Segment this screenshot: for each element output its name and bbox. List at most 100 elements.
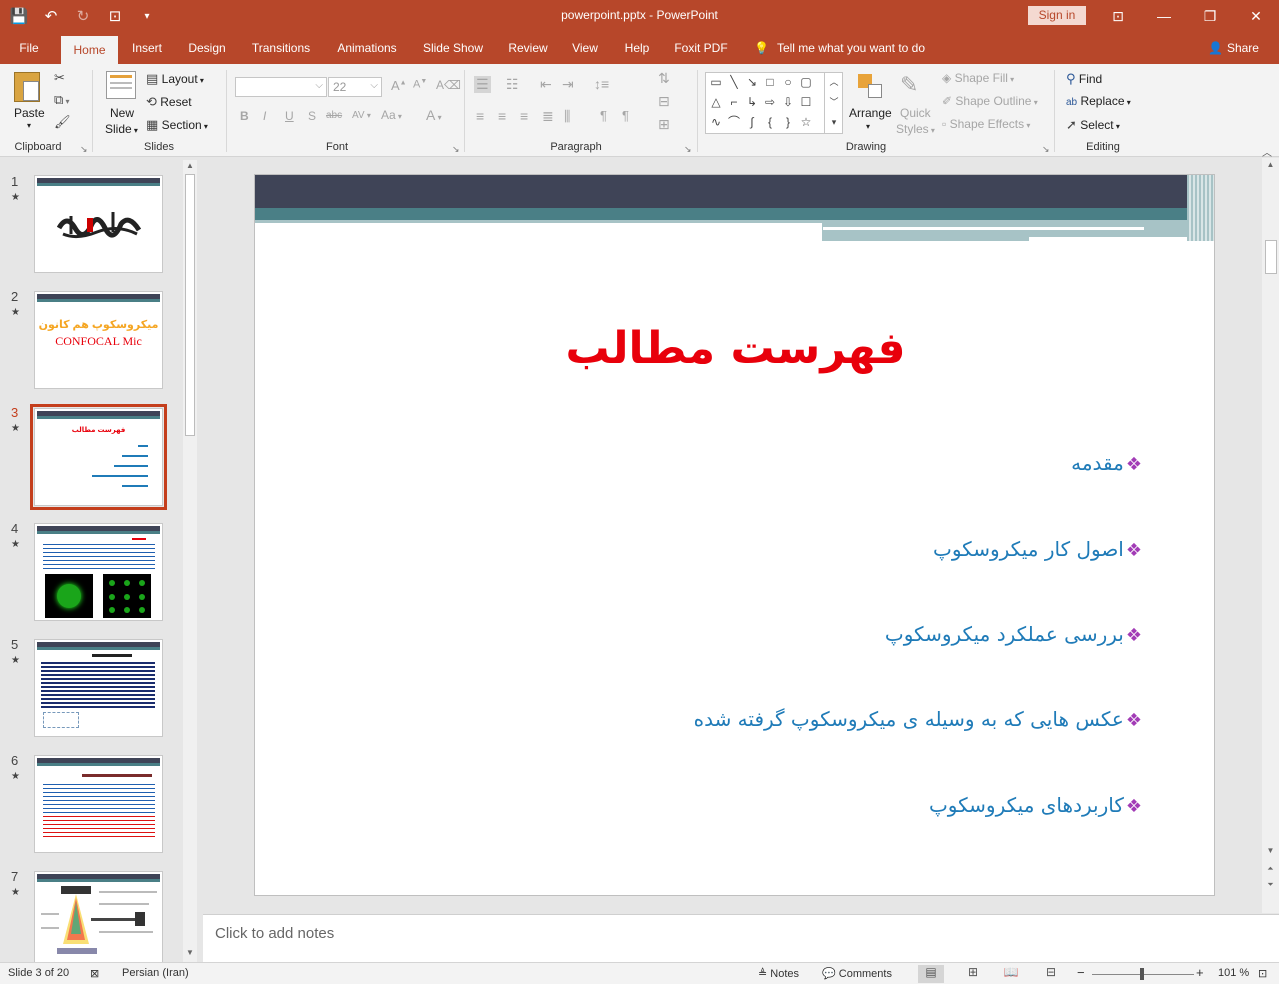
- increase-indent-icon[interactable]: ⇥: [562, 76, 574, 93]
- scroll-up-icon[interactable]: ▲: [183, 161, 197, 173]
- elbow-connector-shape-icon[interactable]: ⌐: [727, 95, 741, 109]
- notes-pane[interactable]: Click to add notes: [203, 914, 1279, 962]
- bullet-item[interactable]: ❖مقدمه: [1071, 451, 1142, 475]
- normal-view-icon[interactable]: ▤: [918, 965, 944, 983]
- text-direction-icon[interactable]: ⇅: [658, 70, 670, 87]
- slide-sorter-view-icon[interactable]: ⊞: [960, 965, 986, 983]
- collapse-ribbon-icon[interactable]: ︿: [1262, 144, 1272, 159]
- reset-button[interactable]: ⟲ Reset: [146, 94, 192, 110]
- tab-review[interactable]: Review: [502, 32, 554, 64]
- find-button[interactable]: ⚲ Find: [1066, 71, 1102, 87]
- chevron-down-icon[interactable]: ﹀: [827, 95, 841, 109]
- current-slide[interactable]: فهرست مطالب ❖مقدمه ❖اصول کار میکروسکوپ ❖…: [254, 174, 1215, 896]
- scrollbar-thumb[interactable]: [185, 174, 195, 436]
- decrease-indent-icon[interactable]: ⇤: [540, 76, 552, 93]
- next-slide-icon[interactable]: ⏷: [1262, 880, 1279, 890]
- zoom-level[interactable]: 101 %: [1218, 967, 1249, 979]
- slide-show-view-icon[interactable]: ⊟: [1038, 965, 1064, 983]
- slide-thumbnail-3[interactable]: فهرست مطالب: [30, 404, 167, 510]
- layout-button[interactable]: ▤ Layout ▾: [146, 71, 204, 87]
- zoom-slider-thumb[interactable]: [1140, 968, 1144, 980]
- text-box-shape-icon[interactable]: ▭: [709, 75, 723, 89]
- bullet-item[interactable]: ❖کاربردهای میکروسکوپ: [929, 793, 1142, 817]
- character-spacing-button[interactable]: AV ▾: [352, 110, 371, 121]
- strikethrough-button[interactable]: abc: [326, 110, 342, 121]
- curve-shape-icon[interactable]: ∫: [745, 115, 759, 129]
- format-painter-icon[interactable]: 🖌: [54, 114, 71, 130]
- justify-icon[interactable]: ≣: [542, 108, 554, 125]
- slide-scrollbar[interactable]: ▲ ▼ ⏶ ⏷: [1262, 158, 1279, 913]
- notes-toggle-button[interactable]: ≜ Notes: [758, 967, 799, 980]
- bullet-item[interactable]: ❖عکس هایی که به وسیله ی میکروسکوپ گرفته …: [694, 707, 1142, 731]
- right-arrow-shape-icon[interactable]: ⇨: [763, 95, 777, 109]
- shape-effects-button[interactable]: ▫ Shape Effects ▾: [942, 117, 1030, 131]
- tab-foxit-pdf[interactable]: Foxit PDF: [668, 32, 734, 64]
- shape-outline-button[interactable]: ✐ Shape Outline ▾: [942, 94, 1038, 108]
- bullet-item[interactable]: ❖اصول کار میکروسکوپ: [933, 537, 1142, 561]
- align-right-icon[interactable]: ≡: [520, 108, 528, 124]
- numbering-icon[interactable]: ☷: [506, 76, 519, 93]
- language-indicator[interactable]: Persian (Iran): [122, 967, 189, 979]
- gallery-more-icon[interactable]: ▾: [827, 115, 841, 129]
- down-arrow-shape-icon[interactable]: ⇩: [781, 95, 795, 109]
- scrollbar-thumb[interactable]: [1265, 240, 1277, 274]
- columns-icon[interactable]: ⫼: [564, 108, 570, 125]
- paragraph-dialog-launcher-icon[interactable]: ↘: [684, 144, 692, 155]
- align-left-icon[interactable]: ≡: [476, 108, 484, 124]
- zoom-out-icon[interactable]: −: [1077, 965, 1085, 980]
- cut-icon[interactable]: ✂: [54, 70, 65, 86]
- fit-to-window-icon[interactable]: ⊡: [1258, 967, 1267, 980]
- tab-view[interactable]: View: [564, 32, 606, 64]
- tab-help[interactable]: Help: [616, 32, 658, 64]
- slide-thumbnail-4[interactable]: [34, 523, 163, 621]
- quick-styles-icon[interactable]: ✎: [900, 72, 918, 98]
- tab-home[interactable]: Home: [61, 36, 118, 64]
- ribbon-display-options-icon[interactable]: ⊡: [1095, 0, 1141, 32]
- triangle-shape-icon[interactable]: △: [709, 95, 723, 109]
- font-dialog-launcher-icon[interactable]: ↘: [452, 144, 460, 155]
- slide-thumbnail-6[interactable]: [34, 755, 163, 853]
- font-color-button[interactable]: A ▾: [426, 107, 442, 123]
- scribble-shape-icon[interactable]: ∿: [709, 115, 723, 129]
- copy-icon[interactable]: ⧉ ▾: [54, 92, 70, 108]
- shape-fill-button[interactable]: ◈ Shape Fill ▾: [942, 71, 1014, 85]
- comments-toggle-button[interactable]: 💬 Comments: [822, 967, 892, 980]
- rtl-direction-icon[interactable]: ¶: [622, 108, 629, 123]
- right-brace-shape-icon[interactable]: }: [781, 115, 795, 129]
- new-slide-button[interactable]: [106, 71, 136, 99]
- star-shape-icon[interactable]: ☆: [799, 115, 813, 129]
- section-button[interactable]: ▦ Section ▾: [146, 117, 208, 133]
- reading-view-icon[interactable]: 📖: [998, 965, 1024, 983]
- italic-button[interactable]: I: [263, 109, 266, 123]
- scroll-down-icon[interactable]: ▼: [1262, 846, 1279, 855]
- arrange-dropdown-icon[interactable]: ▾: [866, 122, 870, 131]
- quick-styles-label-2[interactable]: Styles ▾: [896, 122, 935, 136]
- paste-label[interactable]: Paste: [14, 106, 45, 120]
- thumbnail-scrollbar[interactable]: ▲ ▼: [183, 160, 197, 962]
- line-spacing-icon[interactable]: ↕≡: [594, 76, 609, 92]
- smartart-icon[interactable]: ⊞: [658, 116, 670, 133]
- slide-thumbnail-7[interactable]: [34, 871, 163, 963]
- font-size-combo[interactable]: 22 ⌵: [328, 77, 382, 97]
- restore-icon[interactable]: ❐: [1187, 0, 1233, 32]
- quick-styles-label[interactable]: Quick: [900, 106, 931, 120]
- replace-button[interactable]: ab Replace ▾: [1066, 94, 1131, 108]
- drawing-dialog-launcher-icon[interactable]: ↘: [1042, 144, 1050, 155]
- rectangle-shape-icon[interactable]: □: [763, 75, 777, 89]
- notes-placeholder[interactable]: Click to add notes: [215, 925, 334, 942]
- arrange-button[interactable]: [856, 72, 884, 100]
- tab-slide-show[interactable]: Slide Show: [416, 32, 490, 64]
- arc-shape-icon[interactable]: ⌒: [727, 115, 741, 129]
- tab-insert[interactable]: Insert: [124, 32, 170, 64]
- ltr-direction-icon[interactable]: ¶: [600, 108, 607, 123]
- new-slide-label-2[interactable]: Slide ▾: [105, 122, 138, 136]
- scroll-down-icon[interactable]: ▼: [183, 948, 197, 960]
- slide-thumbnail-5[interactable]: [34, 639, 163, 737]
- close-icon[interactable]: ✕: [1233, 0, 1279, 32]
- tell-me-search[interactable]: 💡 Tell me what you want to do: [754, 32, 925, 64]
- underline-button[interactable]: U: [285, 109, 294, 123]
- sign-in-button[interactable]: Sign in: [1028, 6, 1086, 25]
- previous-slide-icon[interactable]: ⏶: [1262, 864, 1279, 874]
- bullet-item[interactable]: ❖بررسی عملکرد میکروسکوپ: [885, 622, 1142, 646]
- tab-design[interactable]: Design: [180, 32, 234, 64]
